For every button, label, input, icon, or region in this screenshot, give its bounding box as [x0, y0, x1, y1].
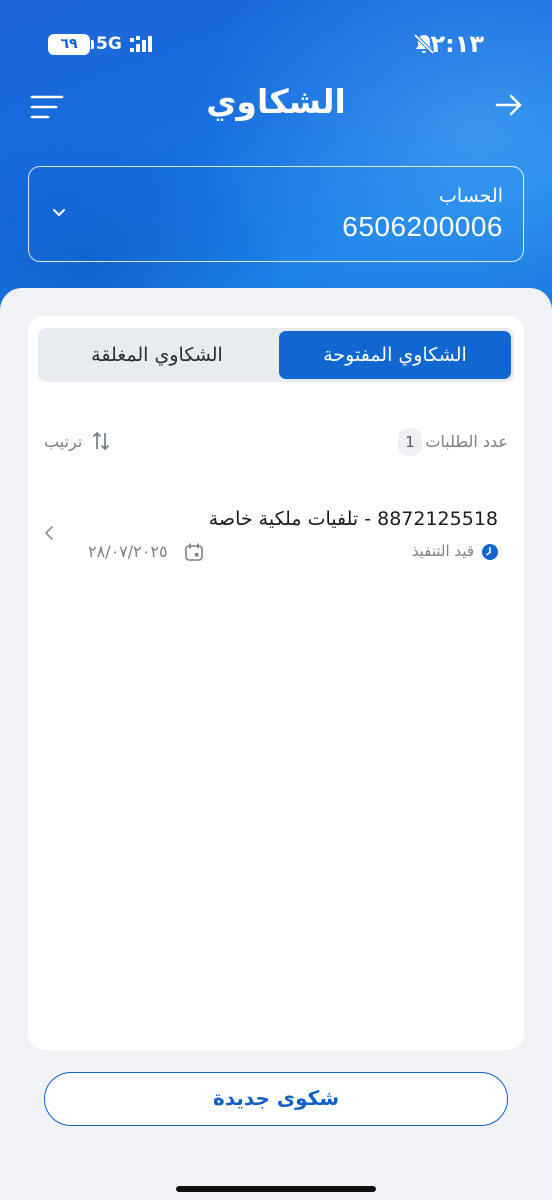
- complaint-list-item[interactable]: 8872125518 - تلفيات ملكية خاصة قيد التنف…: [28, 486, 524, 576]
- account-number: 6506200006: [342, 211, 503, 242]
- complaints-tabs: الشكاوي المفتوحة الشكاوي المغلقة: [38, 328, 514, 382]
- sort-label: ترتيب: [44, 432, 83, 451]
- calendar-icon: [185, 543, 203, 561]
- signal-icon: [130, 36, 152, 52]
- tab-closed-complaints[interactable]: الشكاوي المغلقة: [41, 331, 273, 379]
- complaint-title: 8872125518 - تلفيات ملكية خاصة: [208, 508, 498, 530]
- complaint-status-text: قيد التنفيذ: [411, 542, 474, 560]
- tab-open-complaints[interactable]: الشكاوي المفتوحة: [279, 331, 511, 379]
- request-count-label: عدد الطلبات: [425, 432, 508, 451]
- app-header: الشكاوي: [0, 80, 552, 136]
- chevron-left-icon: [45, 526, 53, 540]
- arrow-right-icon[interactable]: [494, 90, 524, 120]
- sort-arrows-icon: [92, 431, 110, 451]
- complaint-date-text: ٢٨/٠٧/٢٠٢٥: [88, 542, 168, 561]
- home-indicator: [176, 1186, 376, 1192]
- clock-icon: [482, 544, 498, 560]
- clock: ٢:١٣: [430, 30, 484, 58]
- account-selector[interactable]: الحساب 6506200006: [28, 166, 524, 262]
- status-bar: ٦٩ 5G ٢:١٣: [0, 24, 552, 68]
- request-count-badge: 1: [398, 428, 422, 456]
- list-header: عدد الطلبات 1 ترتيب: [44, 428, 508, 456]
- battery-indicator: ٦٩: [48, 34, 94, 55]
- account-label: الحساب: [439, 185, 503, 207]
- chevron-down-icon: [53, 209, 65, 216]
- page-title: الشكاوي: [206, 82, 346, 121]
- content-panel: الشكاوي المفتوحة الشكاوي المغلقة عدد الط…: [0, 288, 552, 1200]
- complaints-card: الشكاوي المفتوحة الشكاوي المغلقة عدد الط…: [28, 316, 524, 1050]
- new-complaint-button[interactable]: شكوى جديدة: [44, 1072, 508, 1126]
- network-type: 5G: [96, 34, 122, 54]
